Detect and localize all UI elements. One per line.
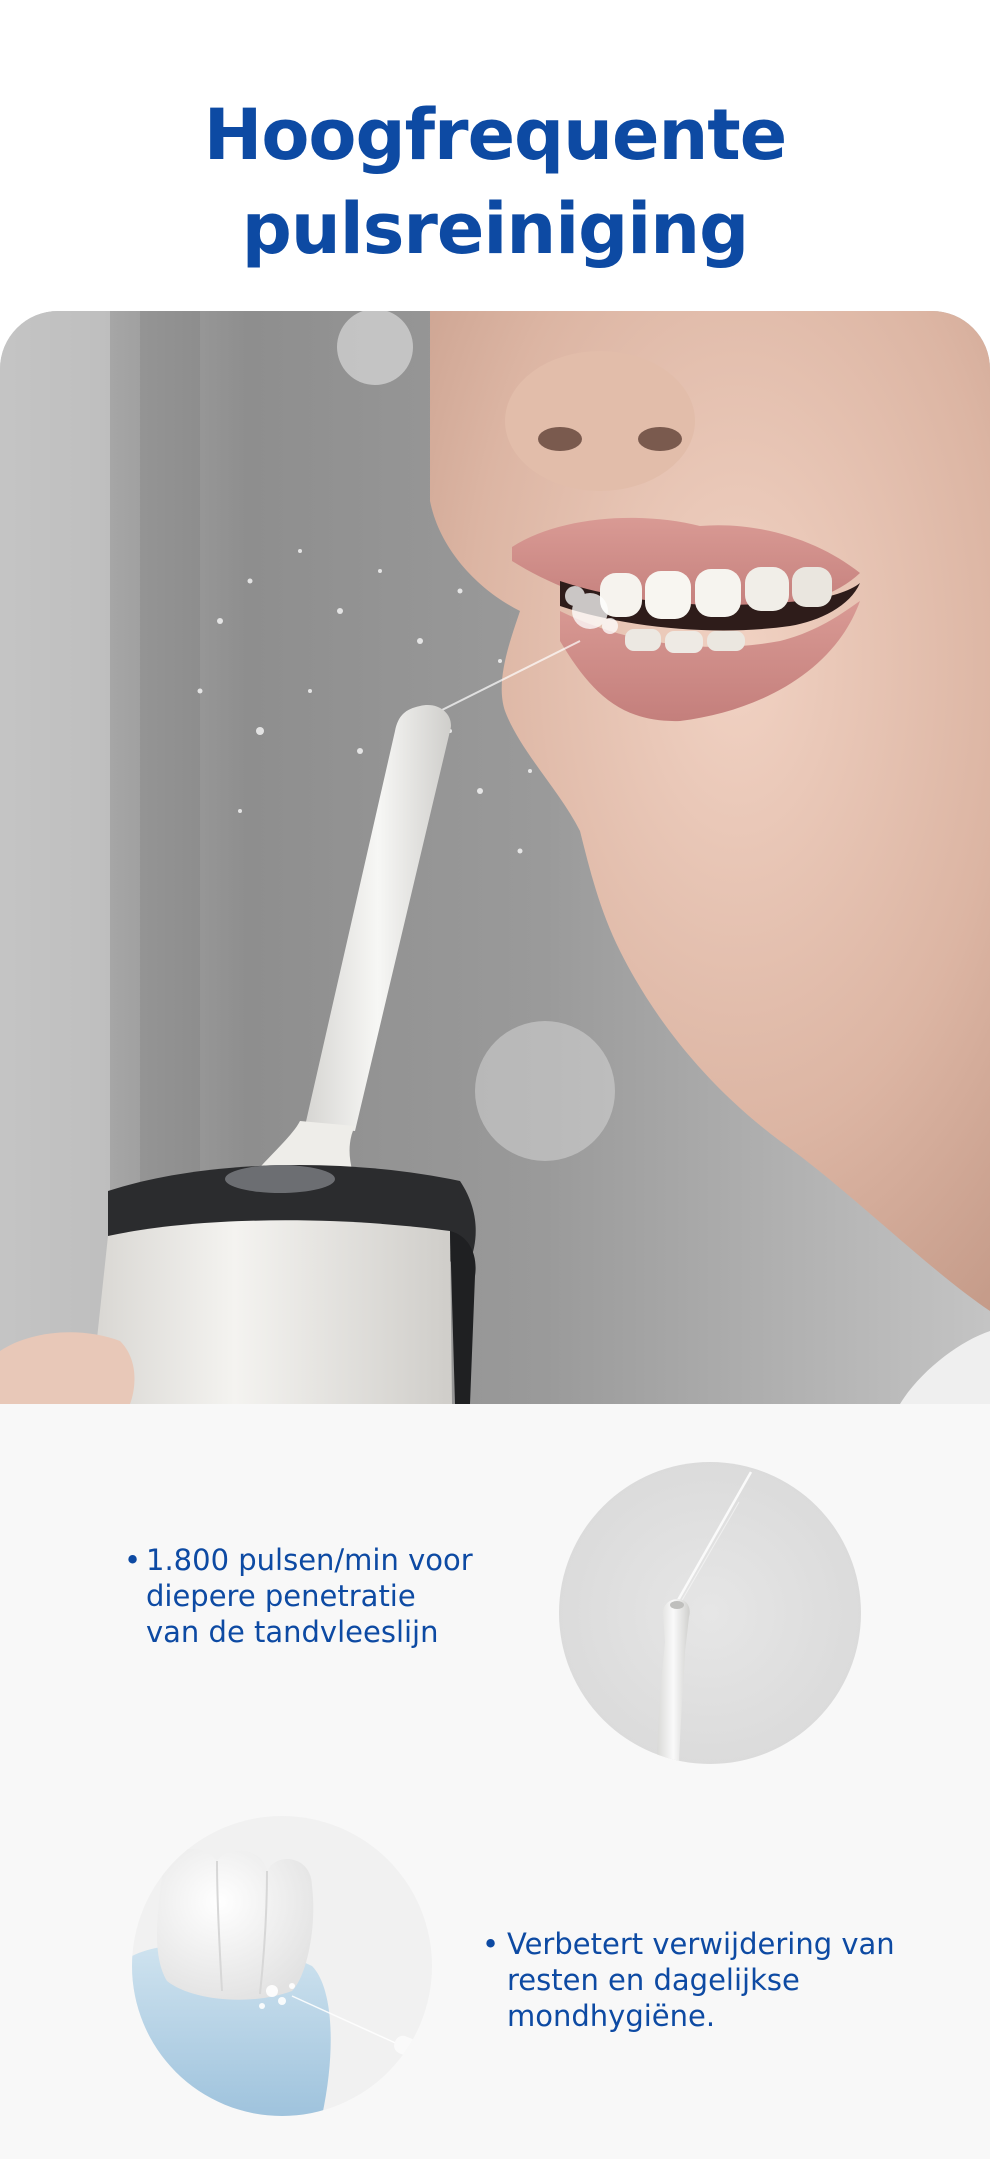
page-title: Hoogfrequente pulsreiniging <box>0 88 990 276</box>
bullet-point: • <box>124 1543 142 1577</box>
bullet-point: • <box>482 1927 500 1961</box>
feature-text: 1.800 pulsen/min voor diepere penetratie… <box>146 1543 473 1649</box>
feature-item-1: • 1.800 pulsen/min voor diepere penetrat… <box>124 1542 506 1650</box>
feature-item-2: • Verbetert verwijdering van resten en d… <box>482 1926 947 2034</box>
flosser-tip-spray-photo-icon <box>559 1462 861 1764</box>
flosser-tip-spray-graphic <box>559 1462 861 1764</box>
hero-photo-illustration <box>0 311 990 1404</box>
teeth-gum-cleaning-illustration-icon <box>132 1816 432 2116</box>
hero-photo <box>0 311 990 1404</box>
feature-text: Verbetert verwijdering van resten en dag… <box>507 1927 895 2033</box>
page-title-line-2: pulsreiniging <box>241 188 749 270</box>
teeth-gum-cleaning-graphic <box>132 1816 432 2116</box>
feature-panel: • 1.800 pulsen/min voor diepere penetrat… <box>0 1404 990 2159</box>
product-feature-page: Hoogfrequente pulsreiniging • 1.800 puls… <box>0 0 990 2159</box>
page-title-line-1: Hoogfrequente <box>203 94 788 176</box>
